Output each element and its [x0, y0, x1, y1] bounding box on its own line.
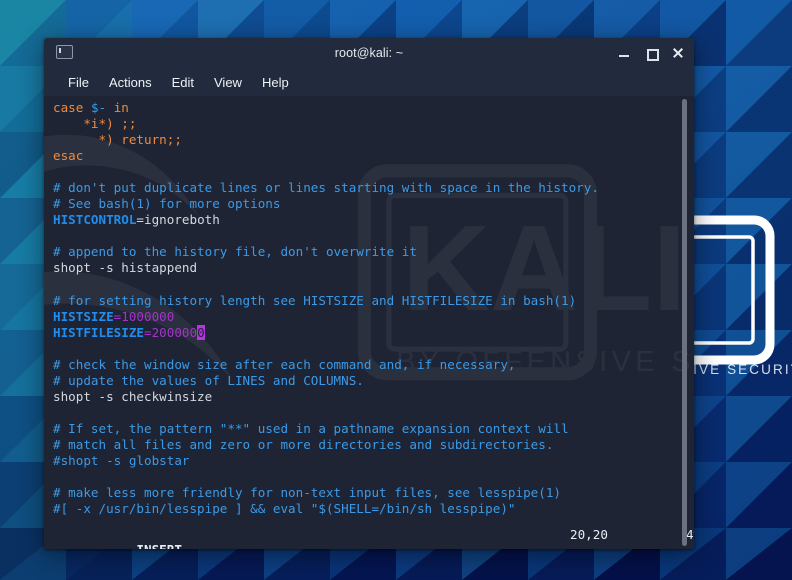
- editor-line: # match all files and zero or more direc…: [53, 437, 674, 453]
- editor-line: HISTFILESIZE=2000000: [53, 324, 674, 341]
- editor-token: ;;: [121, 116, 137, 132]
- editor-line: HISTSIZE=1000000: [53, 309, 674, 325]
- editor-line: shopt -s histappend: [53, 260, 674, 276]
- editor-text[interactable]: case $- in *i*) ;; *) return;; esac # don…: [53, 100, 674, 517]
- window-controls[interactable]: [616, 38, 686, 68]
- editor-token: # update the values of LINES and COLUMNS…: [53, 372, 364, 388]
- status-percent: 4%: [686, 527, 694, 542]
- editor-line: # don't put duplicate lines or lines sta…: [53, 180, 674, 196]
- editor-token: HISTFILESIZE: [53, 324, 144, 340]
- editor-token: 0: [197, 324, 205, 340]
- menu-help[interactable]: Help: [252, 73, 299, 92]
- editor-token: # for setting history length see HISTSIZ…: [53, 292, 577, 308]
- menu-file[interactable]: File: [58, 73, 99, 92]
- editor-token: ;;: [166, 132, 182, 148]
- editor-line: HISTCONTROL=ignoreboth: [53, 212, 674, 228]
- editor-token: # match all files and zero or more direc…: [53, 436, 554, 452]
- editor-token: [53, 116, 83, 131]
- editor-line: # for setting history length see HISTSIZ…: [53, 293, 674, 309]
- editor-line: # check the window size after each comma…: [53, 357, 674, 373]
- minimize-button[interactable]: [616, 45, 632, 61]
- editor-token: # check the window size after each comma…: [53, 356, 516, 372]
- editor-line: # If set, the pattern "**" used in a pat…: [53, 421, 674, 437]
- terminal-scrollbar[interactable]: [682, 99, 687, 546]
- terminal-window[interactable]: root@kali: ~ File Actions Edit View Help…: [44, 38, 694, 549]
- menu-actions[interactable]: Actions: [99, 73, 162, 92]
- status-cursor-position: 20,20: [570, 527, 608, 542]
- editor-token: # append to the history file, don't over…: [53, 244, 417, 260]
- editor-token: *): [98, 132, 114, 148]
- editor-token: esac: [53, 148, 84, 164]
- editor-line: # append to the history file, don't over…: [53, 244, 674, 260]
- menu-view[interactable]: View: [204, 73, 252, 92]
- editor-token: # don't put duplicate lines or lines sta…: [53, 180, 599, 196]
- editor-line: case $- in: [53, 100, 674, 116]
- editor-line: esac: [53, 148, 674, 164]
- window-titlebar[interactable]: root@kali: ~: [44, 38, 694, 68]
- status-mode: -- INSERT --: [114, 542, 205, 549]
- editor-token: in: [113, 100, 129, 115]
- window-title: root@kali: ~: [334, 46, 404, 60]
- editor-token: =ignoreboth: [136, 212, 220, 228]
- vim-status-line: -- INSERT -- 20,20 4%: [53, 527, 694, 549]
- scrollbar-thumb[interactable]: [682, 99, 687, 546]
- maximize-button[interactable]: [643, 45, 659, 61]
- editor-token: case: [53, 100, 84, 115]
- editor-token: HISTSIZE: [53, 308, 114, 324]
- editor-token: 200000: [151, 324, 198, 340]
- editor-token: 1000000: [121, 308, 175, 324]
- editor-line: # make less more friendly for non-text i…: [53, 485, 674, 501]
- editor-token: [106, 100, 114, 115]
- editor-token: #shopt -s globstar: [53, 453, 190, 469]
- editor-line: *) return;;: [53, 132, 674, 148]
- editor-token: [53, 132, 99, 147]
- editor-token: # See bash(1) for more options: [53, 196, 281, 212]
- close-button[interactable]: [670, 45, 686, 61]
- editor-token: # If set, the pattern "**" used in a pat…: [53, 420, 569, 436]
- editor-token: [83, 100, 91, 115]
- terminal-icon: [56, 45, 73, 59]
- editor-line: #[ -x /usr/bin/lesspipe ] && eval "$(SHE…: [53, 501, 674, 517]
- editor-token: #[ -x /usr/bin/lesspipe ] && eval "$(SHE…: [53, 501, 516, 517]
- editor-line: # See bash(1) for more options: [53, 196, 674, 212]
- terminal-body[interactable]: KALI BY OFFENSIVE SECURITY case $- in *i…: [44, 96, 694, 549]
- editor-line: *i*) ;;: [53, 116, 674, 132]
- editor-token: =: [144, 324, 152, 340]
- editor-token: shopt -s checkwinsize: [53, 388, 213, 404]
- editor-line: shopt -s checkwinsize: [53, 389, 674, 405]
- menubar[interactable]: File Actions Edit View Help: [44, 68, 694, 96]
- editor-token: HISTCONTROL: [53, 212, 137, 228]
- editor-token: *i*): [83, 116, 114, 132]
- editor-token: shopt -s histappend: [53, 260, 198, 276]
- editor-token: # make less more friendly for non-text i…: [53, 485, 561, 501]
- editor-line: # update the values of LINES and COLUMNS…: [53, 373, 674, 389]
- editor-token: return: [121, 132, 167, 148]
- desktop: BY OFFENSIVE SECURITY root@kali: ~ File …: [0, 0, 792, 580]
- editor-token: $-: [90, 100, 107, 115]
- editor-line: #shopt -s globstar: [53, 453, 674, 469]
- menu-edit[interactable]: Edit: [162, 73, 204, 92]
